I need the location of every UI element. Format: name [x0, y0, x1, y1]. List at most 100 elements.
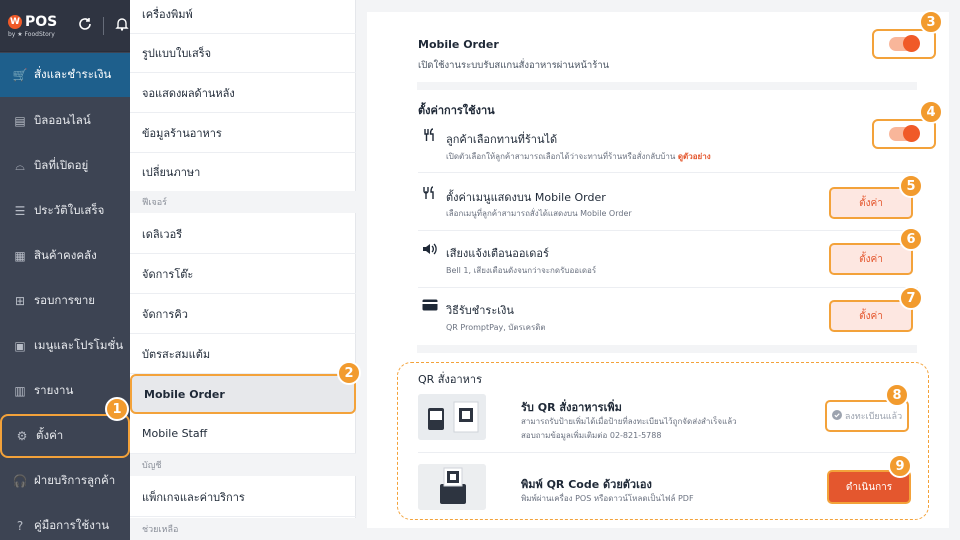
sidebar-item-menu-promotion[interactable]: ▣ เมนูและโปรโมชั่น	[0, 324, 130, 368]
headset-icon: 🎧	[12, 474, 28, 488]
submenu-item-restaurant-info[interactable]: ข้อมูลร้านอาหาร	[130, 113, 356, 153]
sidebar-item-label: บิลออนไลน์	[34, 113, 91, 127]
sidebar-item-customer-service[interactable]: 🎧 ฝ่ายบริการลูกค้า	[0, 459, 130, 503]
submenu-item-loyalty-card[interactable]: บัตรสะสมแต้ม	[130, 334, 356, 374]
row-divider	[418, 230, 918, 231]
submenu-item-language[interactable]: เปลี่ยนภาษา	[130, 152, 356, 192]
mobile-order-toggle[interactable]	[872, 29, 936, 59]
toggle-switch[interactable]	[889, 35, 920, 52]
submenu-item-label: จอแสดงผลด้านหลัง	[142, 86, 235, 100]
menu-display-desc: เลือกเมนูที่ลูกค้าสามารถสั่งได้แสดงบน Mo…	[446, 209, 632, 218]
refresh-icon[interactable]	[77, 16, 93, 36]
sidebar-item-receipt-history[interactable]: ☰ ประวัติใบเสร็จ	[0, 189, 130, 233]
toggle-knob	[903, 35, 920, 52]
sound-title: เสียงแจ้งเตือนออเดอร์	[446, 247, 549, 260]
submenu-item-rear-display[interactable]: จอแสดงผลด้านหลัง	[130, 73, 356, 113]
submenu-item-label: เดลิเวอรี	[142, 227, 183, 241]
callout-badge-2: 2	[337, 361, 361, 385]
callout-badge-6: 6	[899, 227, 923, 251]
section-label: บัญชี	[142, 461, 162, 471]
sidebar-item-label: ประวัติใบเสร็จ	[34, 203, 105, 217]
divider	[103, 16, 104, 35]
submenu-item-queue-management[interactable]: จัดการคิว	[130, 294, 356, 334]
receive-qr-desc: สามารถรับป้ายเพิ่มได้เมื่อป้ายที่ลงทะเบี…	[521, 417, 737, 426]
qr-stand-image	[418, 394, 486, 440]
logo: W POS by ★ FoodStory	[8, 14, 63, 38]
logo-subtitle: by ★ FoodStory	[8, 30, 55, 38]
callout-badge-8: 8	[885, 383, 909, 407]
submenu-item-printer[interactable]: เครื่องพิมพ์	[130, 0, 356, 34]
logo-mark: W	[8, 14, 22, 29]
submenu-item-delivery[interactable]: เดลิเวอรี	[130, 214, 356, 254]
sidebar-item-inventory[interactable]: ▦ สินค้าคงคลัง	[0, 234, 130, 278]
row-divider	[418, 287, 918, 288]
sidebar-item-label: ตั้งค่า	[36, 428, 64, 442]
submenu-item-label: รูปแบบใบเสร็จ	[142, 46, 212, 60]
sidebar: W POS by ★ FoodStory 🛒 สั่งและชำระเงิน ▤ บิ…	[0, 0, 130, 540]
sidebar-item-label: เมนูและโปรโมชั่น	[34, 338, 124, 352]
row-divider	[418, 452, 910, 453]
sidebar-item-label: สินค้าคงคลัง	[34, 248, 97, 262]
sidebar-item-label: รอบการขาย	[34, 293, 96, 307]
print-qr-desc: พิมพ์ผ่านเครื่อง POS หรือดาวน์โหลดเป็นไฟ…	[521, 494, 694, 503]
fork-knife-icon	[422, 186, 438, 204]
mobile-order-desc: เปิดใช้งานระบบรับสแกนสั่งอาหารผ่านหน้าร้…	[418, 60, 610, 71]
submenu-item-receipt-format[interactable]: รูปแบบใบเสร็จ	[130, 33, 356, 73]
gear-icon: ⚙	[16, 429, 28, 443]
menu-display-title: ตั้งค่าเมนูแสดงบน Mobile Order	[446, 191, 606, 204]
receive-qr-contact: สอบถามข้อมูลเพิ่มเติมต่อ 02-821-5788	[521, 431, 662, 440]
submenu-item-mobile-staff[interactable]: Mobile Staff	[130, 414, 356, 454]
dine-choice-toggle[interactable]	[872, 119, 936, 149]
sidebar-item-open-bills[interactable]: ⌓ บิลที่เปิดอยู่	[0, 144, 130, 188]
toggle-knob	[903, 125, 920, 142]
callout-badge-1: 1	[105, 397, 129, 421]
sidebar-item-settings[interactable]: ⚙ ตั้งค่า	[0, 414, 130, 458]
sidebar-item-label: ฝ่ายบริการลูกค้า	[34, 473, 116, 487]
check-circle-icon	[831, 409, 842, 423]
cutlery-icon	[423, 128, 437, 146]
submenu-item-label: Mobile Staff	[142, 427, 208, 440]
submenu-item-label: เปลี่ยนภาษา	[142, 165, 201, 179]
callout-badge-3: 3	[919, 10, 943, 34]
sidebar-item-online-bill[interactable]: ▤ บิลออนไลน์	[0, 99, 130, 143]
submenu-section-features: ฟีเจอร์	[130, 191, 356, 213]
speaker-icon	[422, 242, 438, 260]
submenu-item-package[interactable]: แพ็กเกจและค่าบริการ	[130, 477, 356, 517]
receive-qr-title: รับ QR สั่งอาหารเพิ่ม	[521, 401, 622, 414]
menu-icon: ▣	[14, 339, 26, 353]
logo-name: POS	[25, 13, 58, 30]
credit-card-icon	[422, 299, 438, 315]
dine-choice-title: ลูกค้าเลือกทานที่ร้านได้	[446, 133, 558, 146]
submenu-item-mobile-order[interactable]: Mobile Order	[130, 374, 356, 414]
sidebar-item-label: สั่งและชำระเงิน	[34, 67, 112, 81]
sound-settings-button[interactable]: ตั้งค่า	[829, 243, 913, 275]
sidebar-item-manual[interactable]: ? คู่มือการใช้งาน	[0, 504, 130, 540]
cart-icon: 🛒	[12, 68, 28, 82]
receipt-icon: ☰	[14, 204, 26, 218]
section-label: ฟีเจอร์	[142, 198, 167, 208]
payment-title: วิธีรับชำระเงิน	[446, 304, 514, 317]
open-bill-icon: ⌓	[15, 158, 25, 173]
sidebar-item-sales-round[interactable]: ⊞ รอบการขาย	[0, 279, 130, 323]
sidebar-item-label: คู่มือการใช้งาน	[34, 518, 110, 532]
toggle-switch[interactable]	[889, 125, 920, 142]
submenu-item-label: จัดการโต๊ะ	[142, 267, 194, 281]
section-divider	[417, 82, 917, 90]
dine-choice-desc: เปิดตัวเลือกให้ลูกค้าสามารถเลือกได้ว่าจะ…	[446, 150, 711, 163]
submenu-item-label: เครื่องพิมพ์	[142, 7, 193, 21]
bell-icon[interactable]	[114, 16, 130, 36]
callout-badge-9: 9	[888, 454, 912, 478]
print-qr-title: พิมพ์ QR Code ด้วยตัวเอง	[521, 478, 652, 491]
sidebar-item-label: รายงาน	[34, 383, 74, 397]
sales-round-icon: ⊞	[14, 294, 26, 308]
payment-desc: QR PromptPay, บัตรเครดิต	[446, 323, 546, 332]
sidebar-item-order-payment[interactable]: 🛒 สั่งและชำระเงิน	[0, 53, 130, 97]
submenu-item-label: จัดการคิว	[142, 307, 188, 321]
submenu-item-table-management[interactable]: จัดการโต๊ะ	[130, 254, 356, 294]
report-icon: ▥	[14, 384, 26, 398]
dine-choice-desc-text: เปิดตัวเลือกให้ลูกค้าสามารถเลือกได้ว่าจะ…	[446, 152, 676, 161]
view-example-link[interactable]: ดูตัวอย่าง	[678, 152, 711, 161]
settings-submenu: เครื่องพิมพ์ รูปแบบใบเสร็จ จอแสดงผลด้านห…	[130, 0, 356, 540]
submenu-item-label: บัตรสะสมแต้ม	[142, 347, 211, 361]
callout-badge-4: 4	[919, 100, 943, 124]
